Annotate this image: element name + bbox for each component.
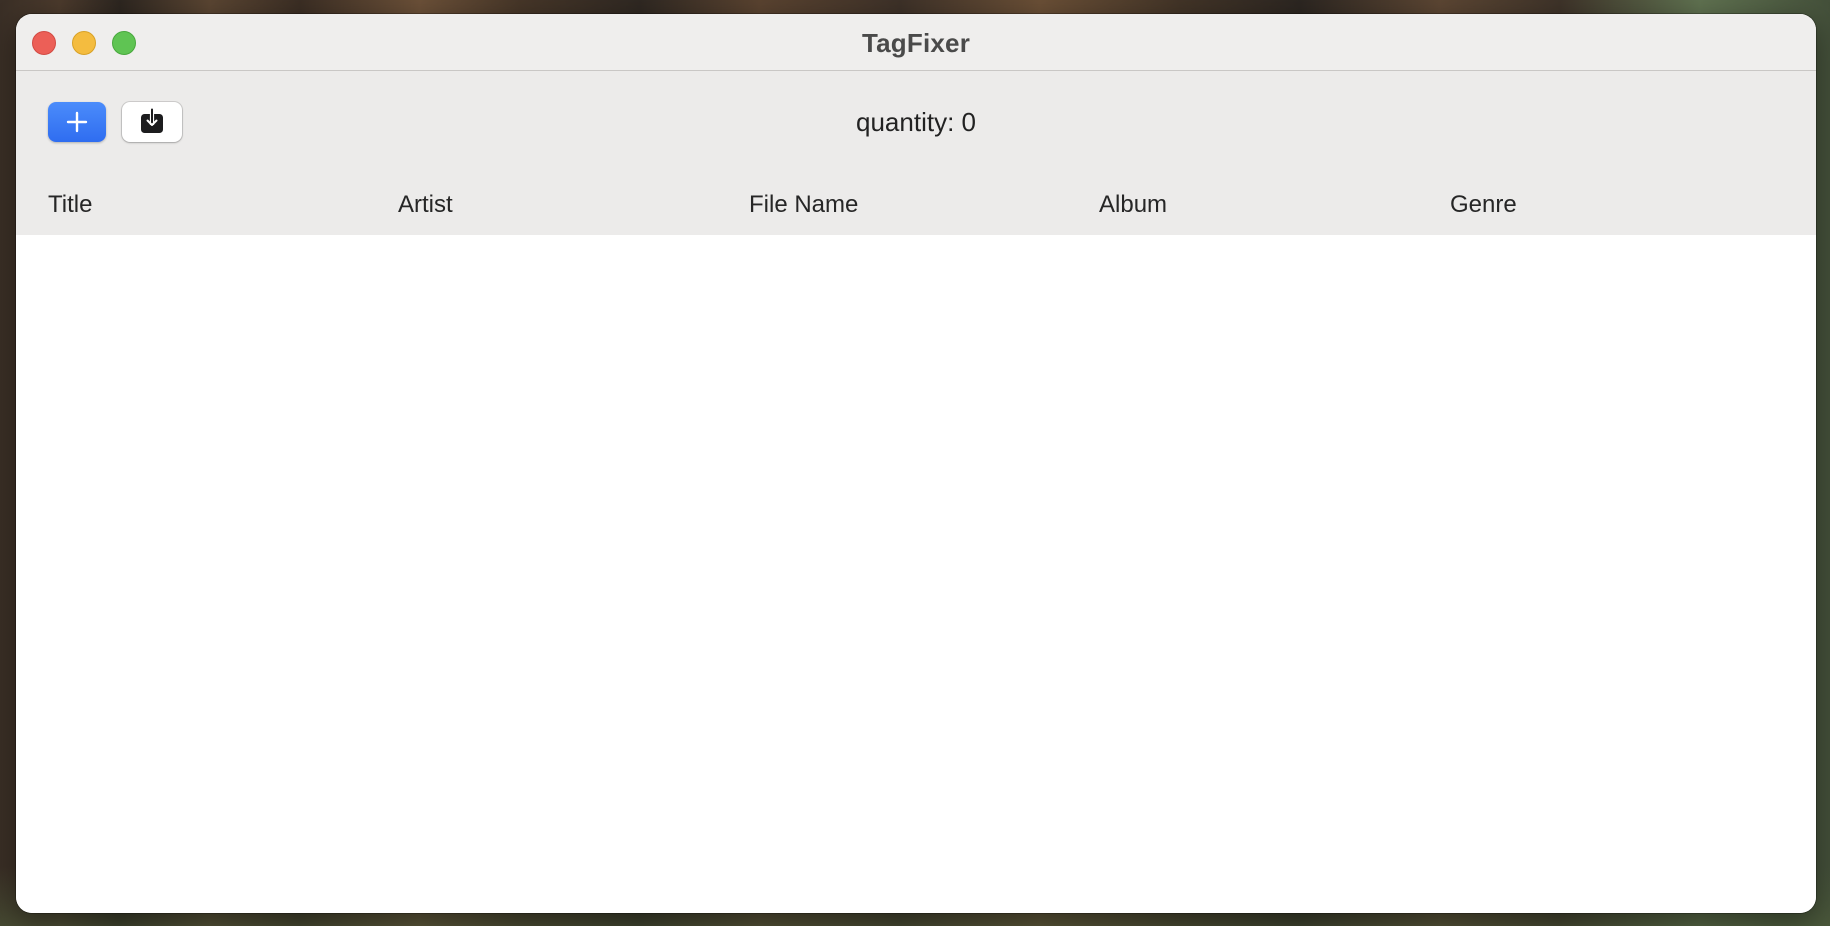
table-body[interactable] <box>16 235 1816 913</box>
toolbar: quantity: 0 <box>16 71 1816 181</box>
table-header: Title Artist File Name Album Genre <box>16 181 1816 235</box>
title-bar: TagFixer <box>16 14 1816 71</box>
column-header-file-name[interactable]: File Name <box>749 191 858 219</box>
column-header-genre[interactable]: Genre <box>1450 191 1517 219</box>
quantity-label: quantity: <box>856 107 955 137</box>
column-header-album[interactable]: Album <box>1099 191 1167 219</box>
column-header-artist[interactable]: Artist <box>398 191 453 219</box>
column-header-title[interactable]: Title <box>48 191 92 219</box>
window-title: TagFixer <box>861 28 971 58</box>
quantity-counter: quantity: 0 <box>16 107 1816 138</box>
quantity-value: 0 <box>961 107 976 137</box>
app-window: TagFixer quantity: 0 Title Artist File N… <box>16 14 1816 913</box>
